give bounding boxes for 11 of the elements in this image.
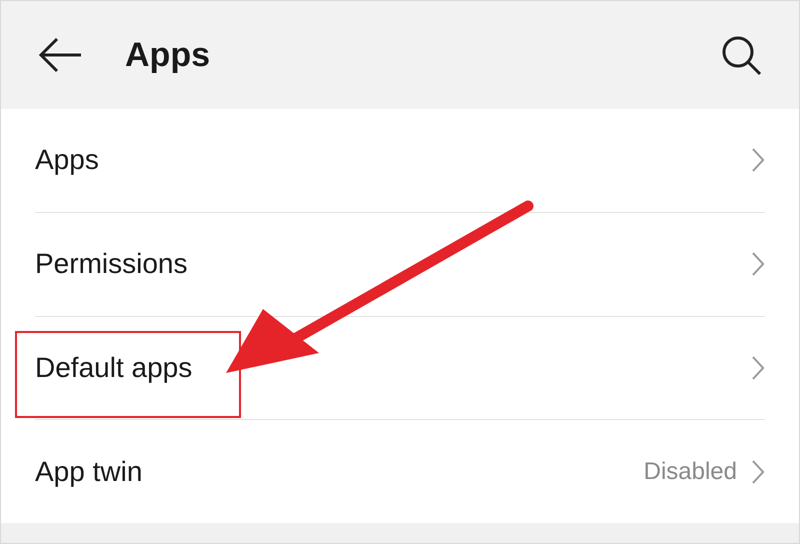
row-label[interactable]: Apps [35, 139, 99, 182]
chevron-right-icon [751, 354, 765, 381]
back-arrow-icon[interactable] [37, 35, 83, 75]
chevron-right-icon [751, 458, 765, 485]
row-label[interactable]: Permissions [35, 243, 188, 286]
row-value: Disabled [644, 456, 737, 487]
chevron-right-icon [751, 251, 765, 278]
chevron-right-icon [751, 147, 765, 174]
screen-title: Apps [125, 34, 210, 76]
row-label[interactable]: App twin [35, 450, 142, 493]
row-label[interactable]: Default apps [35, 346, 192, 389]
